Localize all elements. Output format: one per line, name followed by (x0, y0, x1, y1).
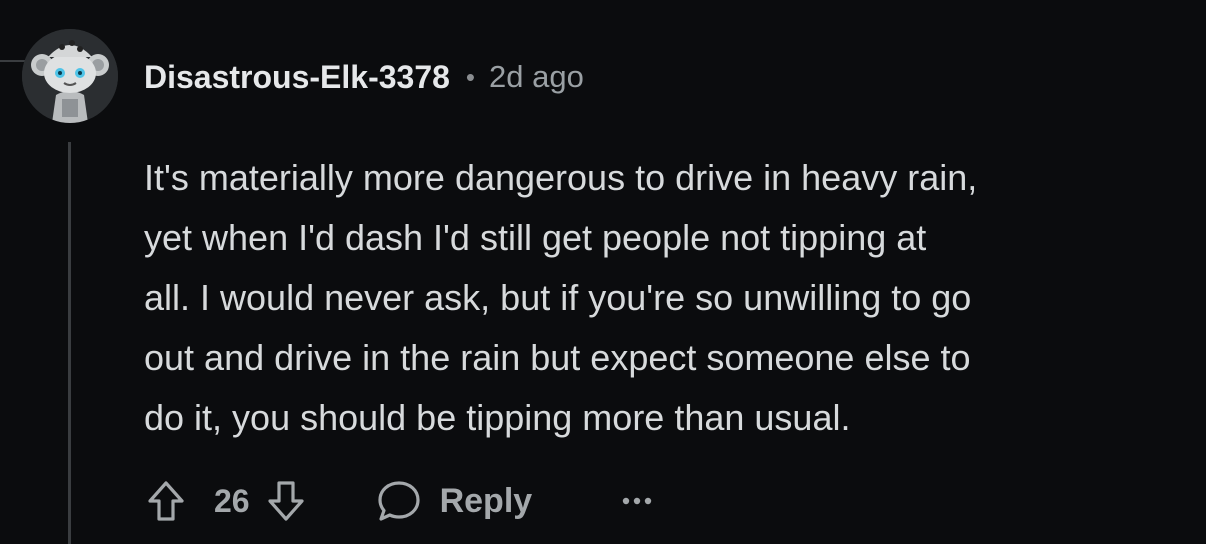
downvote-button[interactable] (264, 477, 308, 525)
comment-body-line: It's materially more dangerous to drive … (144, 157, 978, 198)
thread-connector-line (0, 60, 26, 62)
comment-header: Disastrous-Elk-3378 • 2d ago (144, 55, 584, 99)
comment-actions: 26 Reply (144, 474, 652, 528)
ellipsis-icon (622, 497, 652, 505)
snoo-avatar-icon (22, 29, 118, 123)
upvote-arrow-icon (148, 481, 184, 521)
more-options-button[interactable] (622, 477, 652, 525)
timestamp[interactable]: 2d ago (489, 59, 584, 95)
comment-body-line: yet when I'd dash I'd still get people n… (144, 217, 927, 258)
username-link[interactable]: Disastrous-Elk-3378 (144, 59, 450, 96)
comment-body-line: out and drive in the rain but expect som… (144, 337, 971, 378)
thread-collapse-line[interactable] (68, 142, 71, 544)
upvote-button[interactable] (144, 477, 188, 525)
reply-label: Reply (439, 481, 533, 520)
reply-button[interactable]: Reply (376, 479, 533, 523)
avatar[interactable] (22, 29, 118, 123)
speech-bubble-icon (377, 481, 420, 521)
comment-body-line: do it, you should be tipping more than u… (144, 397, 851, 438)
separator-dot: • (465, 61, 476, 92)
downvote-arrow-icon (267, 481, 304, 521)
comment-body: It's materially more dangerous to drive … (144, 148, 1194, 448)
comment-body-line: all. I would never ask, but if you're so… (144, 277, 972, 318)
vote-score: 26 (214, 482, 250, 519)
